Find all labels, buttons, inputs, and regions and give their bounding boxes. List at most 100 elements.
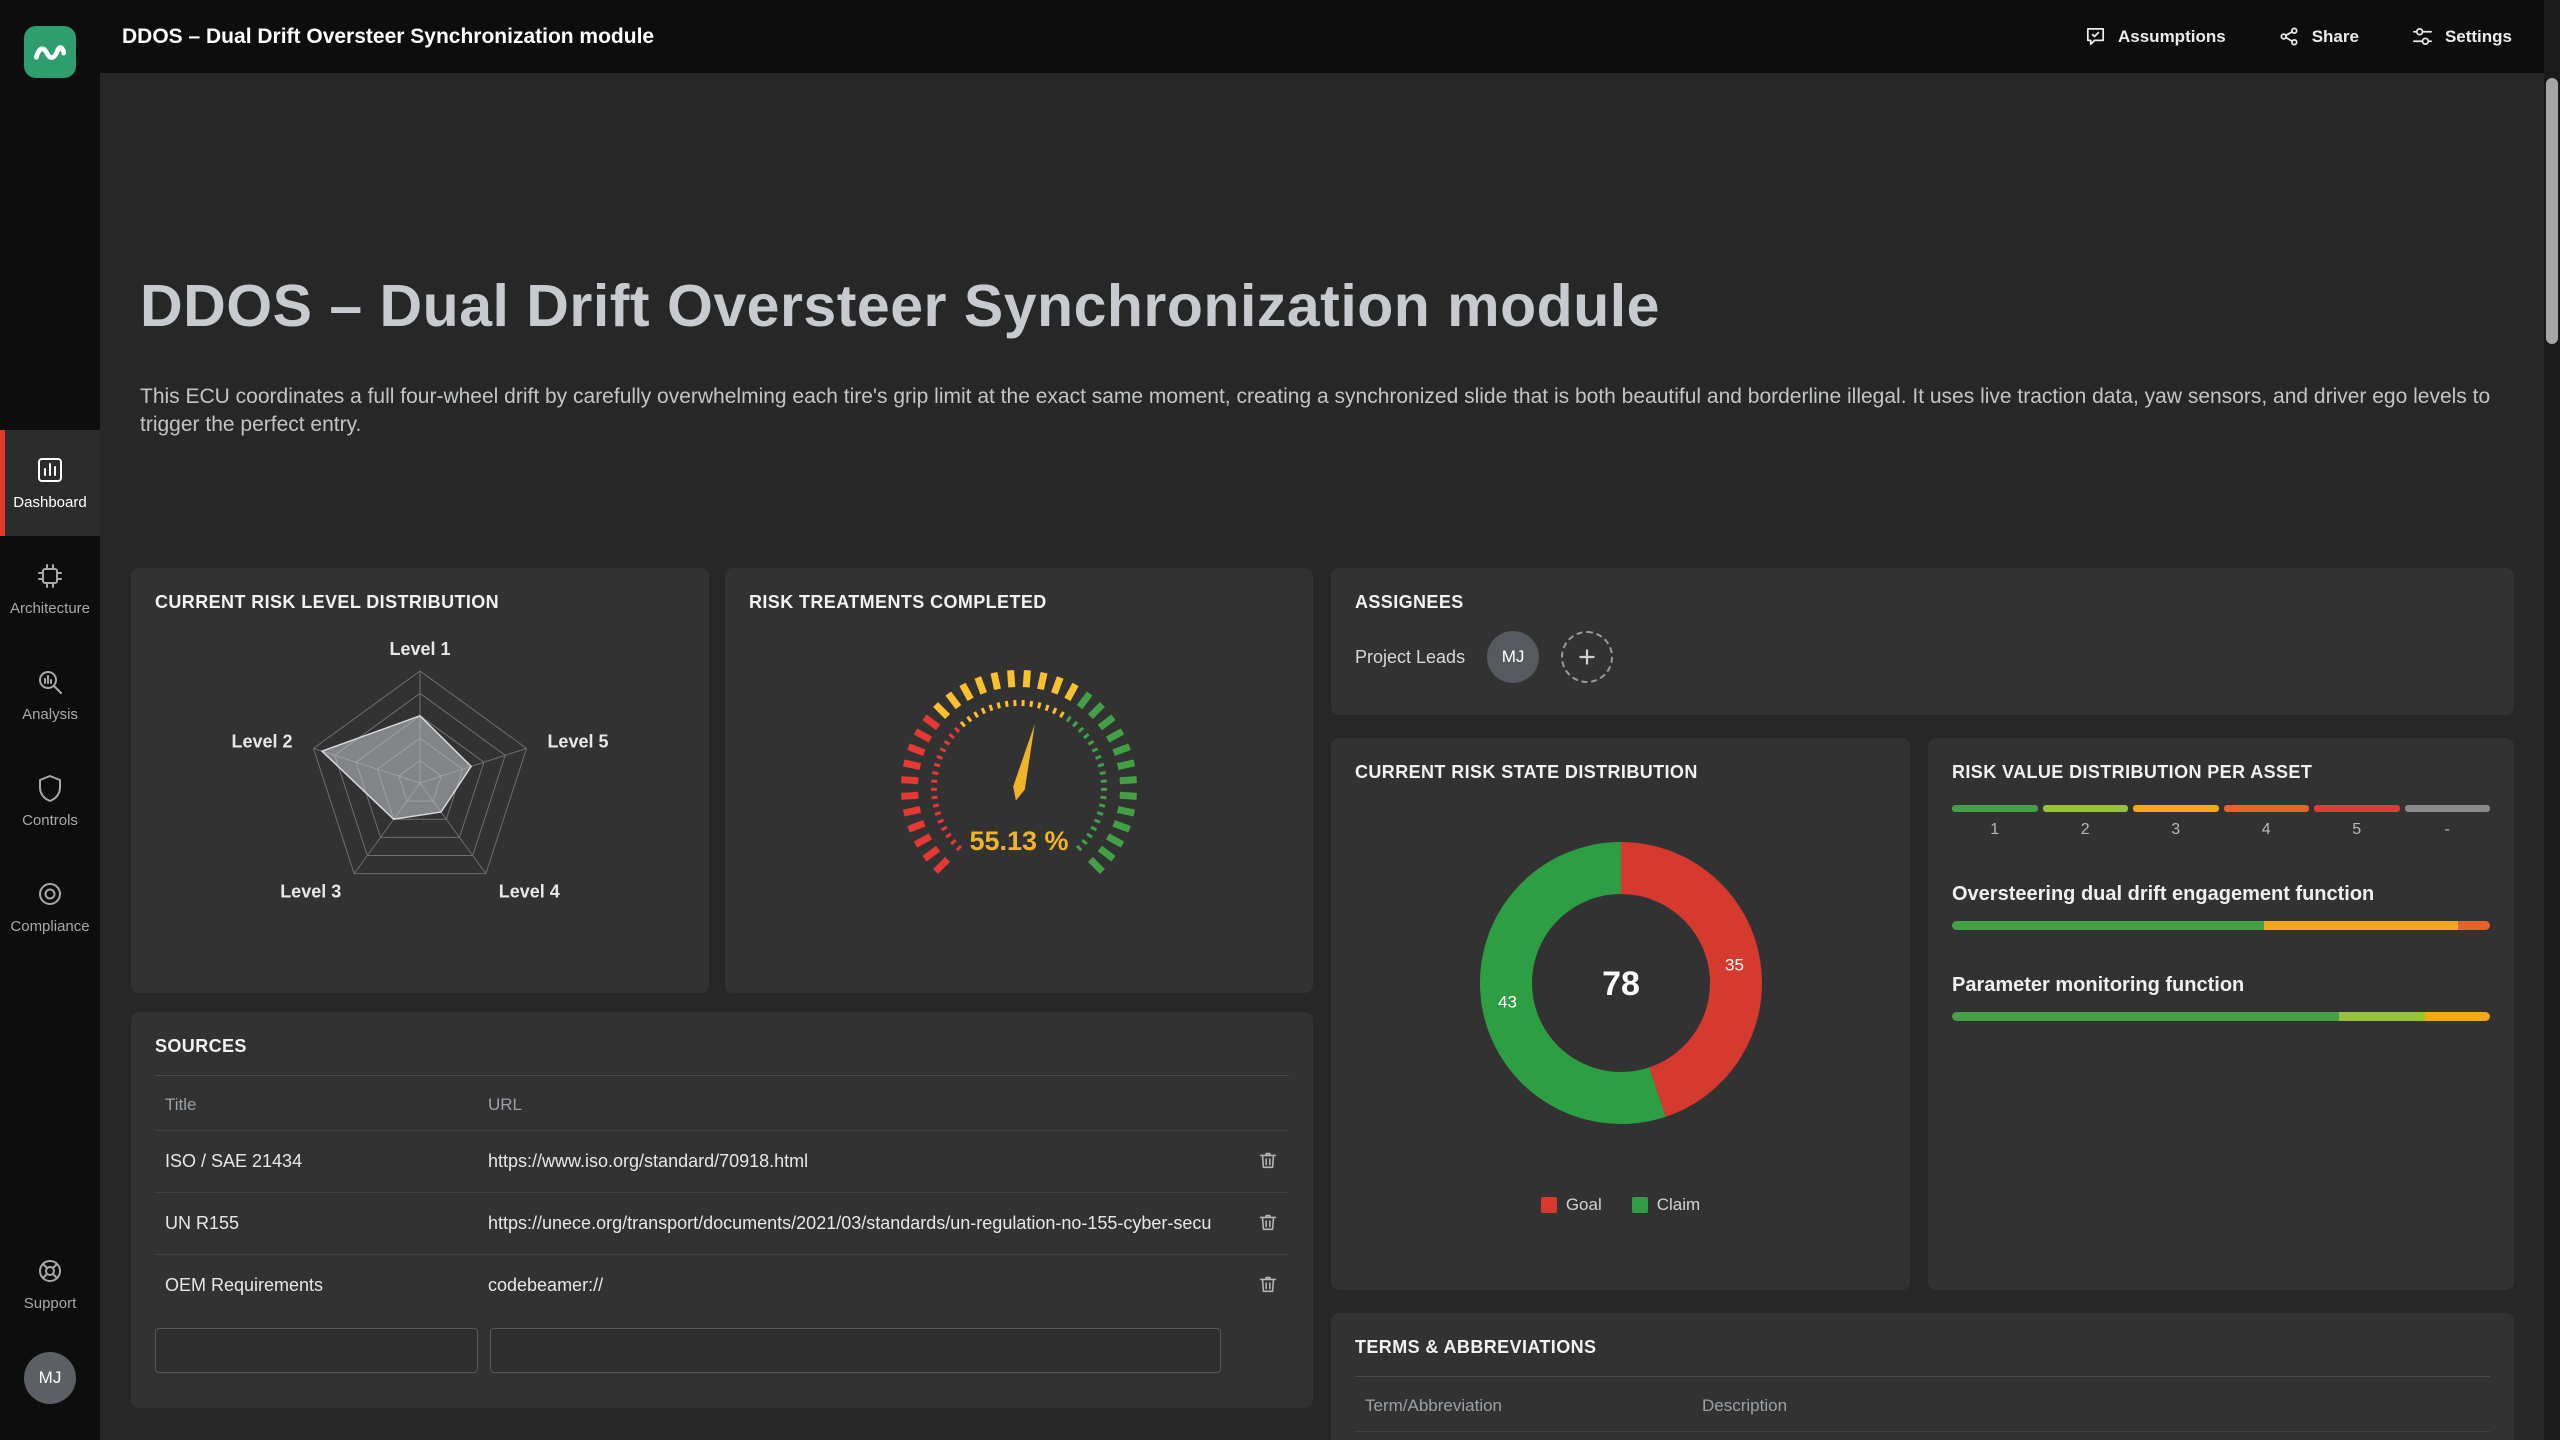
risk-scale-label: - bbox=[2405, 821, 2491, 839]
dashboard-icon bbox=[35, 455, 65, 485]
risk-scale-segment bbox=[2405, 805, 2491, 812]
risk-scale-label: 4 bbox=[2224, 821, 2310, 839]
panel-title: ASSIGNEES bbox=[1355, 592, 2490, 613]
assignee-row: Project Leads MJ bbox=[1355, 631, 2490, 683]
sidebar-item-controls[interactable]: Controls bbox=[0, 748, 100, 854]
svg-text:Level 3: Level 3 bbox=[280, 881, 341, 901]
risk-scale-step: - bbox=[2405, 805, 2491, 839]
asset-risk-bar-segment bbox=[2339, 1012, 2425, 1021]
sidebar-item-label: Analysis bbox=[22, 706, 78, 723]
legend-label: Goal bbox=[1566, 1195, 1602, 1215]
risk-level-radar-chart: Level 1Level 2Level 3Level 4Level 5 bbox=[200, 623, 640, 953]
settings-button[interactable]: Settings bbox=[2411, 25, 2512, 48]
risk-scale-segment bbox=[2314, 805, 2400, 812]
assumptions-icon bbox=[2084, 25, 2107, 48]
svg-text:35: 35 bbox=[1725, 956, 1744, 975]
source-title: OEM Requirements bbox=[165, 1275, 488, 1296]
svg-text:Level 4: Level 4 bbox=[499, 881, 560, 901]
settings-icon bbox=[2411, 25, 2434, 48]
compliance-badge-icon bbox=[35, 879, 65, 909]
goal-swatch bbox=[1541, 1197, 1557, 1213]
architecture-icon bbox=[35, 561, 65, 591]
column-header-title: Title bbox=[165, 1095, 488, 1115]
risk-scale-label: 5 bbox=[2314, 821, 2400, 839]
assumptions-button[interactable]: Assumptions bbox=[2084, 25, 2226, 48]
settings-label: Settings bbox=[2445, 27, 2512, 47]
delete-source-button[interactable] bbox=[1257, 1211, 1279, 1236]
treatments-gauge-chart: 55.13 % bbox=[819, 623, 1219, 923]
sidebar-item-dashboard[interactable]: Dashboard bbox=[0, 430, 100, 536]
source-row: OEM Requirements codebeamer:// bbox=[155, 1254, 1289, 1316]
delete-source-button[interactable] bbox=[1257, 1273, 1279, 1298]
risk-scale-step: 1 bbox=[1952, 805, 2038, 839]
user-avatar[interactable]: MJ bbox=[24, 1352, 76, 1404]
risk-scale-step: 3 bbox=[2133, 805, 2219, 839]
source-url: https://unece.org/transport/documents/20… bbox=[488, 1213, 1235, 1234]
panel-terms-abbreviations: TERMS & ABBREVIATIONS Term/Abbreviation … bbox=[1331, 1313, 2514, 1440]
risk-scale-step: 5 bbox=[2314, 805, 2400, 839]
new-source-title-input[interactable] bbox=[155, 1328, 478, 1373]
source-row: ISO / SAE 21434 https://www.iso.org/stan… bbox=[155, 1130, 1289, 1192]
donut-legend: Goal Claim bbox=[1355, 1195, 1886, 1215]
add-assignee-button[interactable] bbox=[1561, 631, 1613, 683]
page-title: DDOS – Dual Drift Oversteer Synchronizat… bbox=[140, 272, 1660, 340]
source-url: https://www.iso.org/standard/70918.html bbox=[488, 1151, 1235, 1172]
asset-risk-bar-segment bbox=[2425, 1012, 2490, 1021]
delete-source-button[interactable] bbox=[1257, 1149, 1279, 1174]
column-header-url: URL bbox=[488, 1095, 1235, 1115]
sidebar: Dashboard Architecture Analysis Controls… bbox=[0, 0, 100, 1440]
trash-icon bbox=[1257, 1149, 1279, 1171]
legend-item-claim: Claim bbox=[1632, 1195, 1700, 1215]
panel-current-risk-state-distribution: CURRENT RISK STATE DISTRIBUTION 354378 G… bbox=[1331, 738, 1910, 1290]
sidebar-item-compliance[interactable]: Compliance bbox=[0, 854, 100, 960]
source-row: UN R155 https://unece.org/transport/docu… bbox=[155, 1192, 1289, 1254]
panel-title: TERMS & ABBREVIATIONS bbox=[1355, 1337, 2490, 1358]
share-label: Share bbox=[2312, 27, 2359, 47]
wave-logo-icon bbox=[31, 33, 69, 71]
asset-risk-bar-segment bbox=[2264, 921, 2458, 930]
support-label: Support bbox=[24, 1295, 77, 1312]
assignee-avatar[interactable]: MJ bbox=[1487, 631, 1539, 683]
sidebar-item-architecture[interactable]: Architecture bbox=[0, 536, 100, 642]
claim-swatch bbox=[1632, 1197, 1648, 1213]
svg-text:Level 5: Level 5 bbox=[547, 732, 608, 752]
app-logo[interactable] bbox=[24, 26, 76, 78]
asset-name: Oversteering dual drift engagement funct… bbox=[1952, 883, 2490, 906]
share-button[interactable]: Share bbox=[2278, 25, 2359, 48]
column-header-term: Term/Abbreviation bbox=[1365, 1396, 1702, 1416]
sidebar-item-label: Dashboard bbox=[13, 494, 86, 511]
sidebar-item-label: Controls bbox=[22, 812, 78, 829]
topbar-actions: Assumptions Share Settings bbox=[2084, 0, 2512, 73]
column-header-description: Description bbox=[1702, 1396, 2436, 1416]
shield-icon bbox=[35, 773, 65, 803]
sidebar-item-label: Architecture bbox=[10, 600, 90, 617]
sidebar-item-support[interactable]: Support bbox=[0, 1256, 100, 1312]
risk-scale-label: 1 bbox=[1952, 821, 2038, 839]
topbar: DDOS – Dual Drift Oversteer Synchronizat… bbox=[0, 0, 2560, 73]
panel-sources: SOURCES Title URL ISO / SAE 21434 https:… bbox=[131, 1012, 1313, 1408]
svg-text:Level 2: Level 2 bbox=[232, 732, 293, 752]
asset-risk-bar-segment bbox=[2458, 921, 2490, 930]
assumptions-label: Assumptions bbox=[2118, 27, 2226, 47]
risk-scale-label: 2 bbox=[2043, 821, 2129, 839]
assignee-avatar-initials: MJ bbox=[1502, 647, 1525, 667]
sidebar-item-analysis[interactable]: Analysis bbox=[0, 642, 100, 748]
scrollbar-thumb[interactable] bbox=[2546, 78, 2558, 344]
svg-text:43: 43 bbox=[1498, 992, 1517, 1011]
topbar-title: DDOS – Dual Drift Oversteer Synchronizat… bbox=[122, 0, 654, 73]
term-row: ISO International organization for stand… bbox=[1355, 1431, 2490, 1440]
support-lifebuoy-icon bbox=[35, 1256, 65, 1286]
sidebar-item-label: Compliance bbox=[10, 918, 89, 935]
trash-icon bbox=[1257, 1211, 1279, 1233]
risk-scale: 12345- bbox=[1952, 805, 2490, 839]
trash-icon bbox=[1257, 1273, 1279, 1295]
source-url: codebeamer:// bbox=[488, 1275, 1235, 1296]
panel-title: CURRENT RISK STATE DISTRIBUTION bbox=[1355, 762, 1886, 783]
panel-title: RISK VALUE DISTRIBUTION PER ASSET bbox=[1952, 762, 2490, 783]
source-title: UN R155 bbox=[165, 1213, 488, 1234]
share-icon bbox=[2278, 25, 2301, 48]
sidebar-nav: Dashboard Architecture Analysis Controls… bbox=[0, 430, 100, 960]
new-source-url-input[interactable] bbox=[490, 1328, 1221, 1373]
svg-text:55.13 %: 55.13 % bbox=[969, 826, 1068, 856]
plus-icon bbox=[1576, 646, 1598, 668]
